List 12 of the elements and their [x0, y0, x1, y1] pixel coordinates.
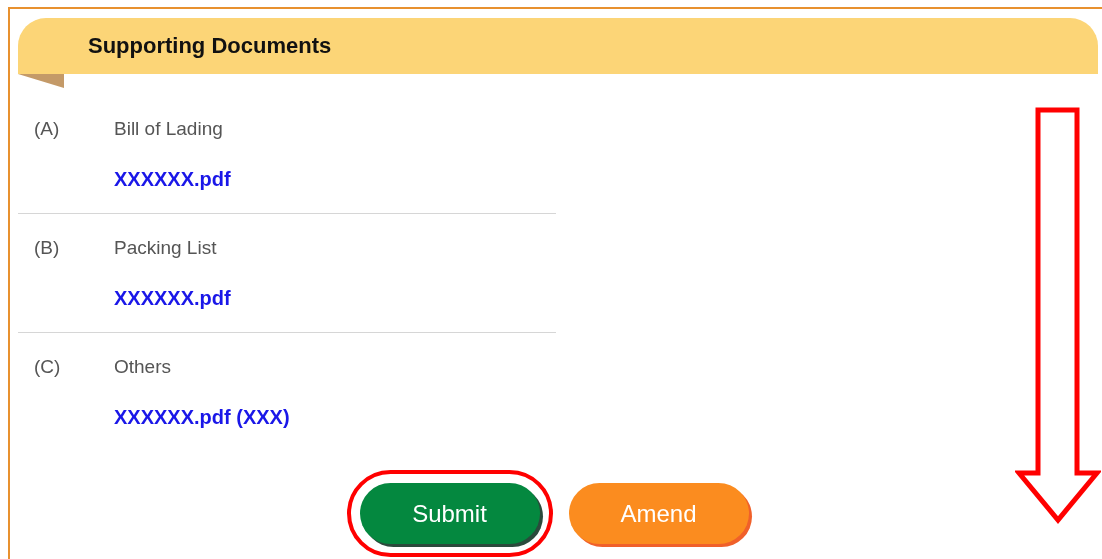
- file-link[interactable]: XXXXXX.pdf (XXX): [114, 404, 290, 430]
- down-arrow-icon: [1015, 107, 1101, 525]
- section-header: Supporting Documents: [18, 18, 1098, 74]
- ribbon-fold-icon: [18, 74, 64, 88]
- item-index: (C): [33, 356, 62, 378]
- document-label: Packing List: [114, 237, 217, 259]
- item-index: (B): [33, 237, 61, 259]
- item-index: (A): [33, 118, 61, 140]
- document-label: Bill of Lading: [114, 118, 223, 140]
- file-link[interactable]: XXXXXX.pdf: [114, 285, 231, 311]
- file-link[interactable]: XXXXXX.pdf: [114, 166, 231, 192]
- document-label: Others: [114, 356, 172, 378]
